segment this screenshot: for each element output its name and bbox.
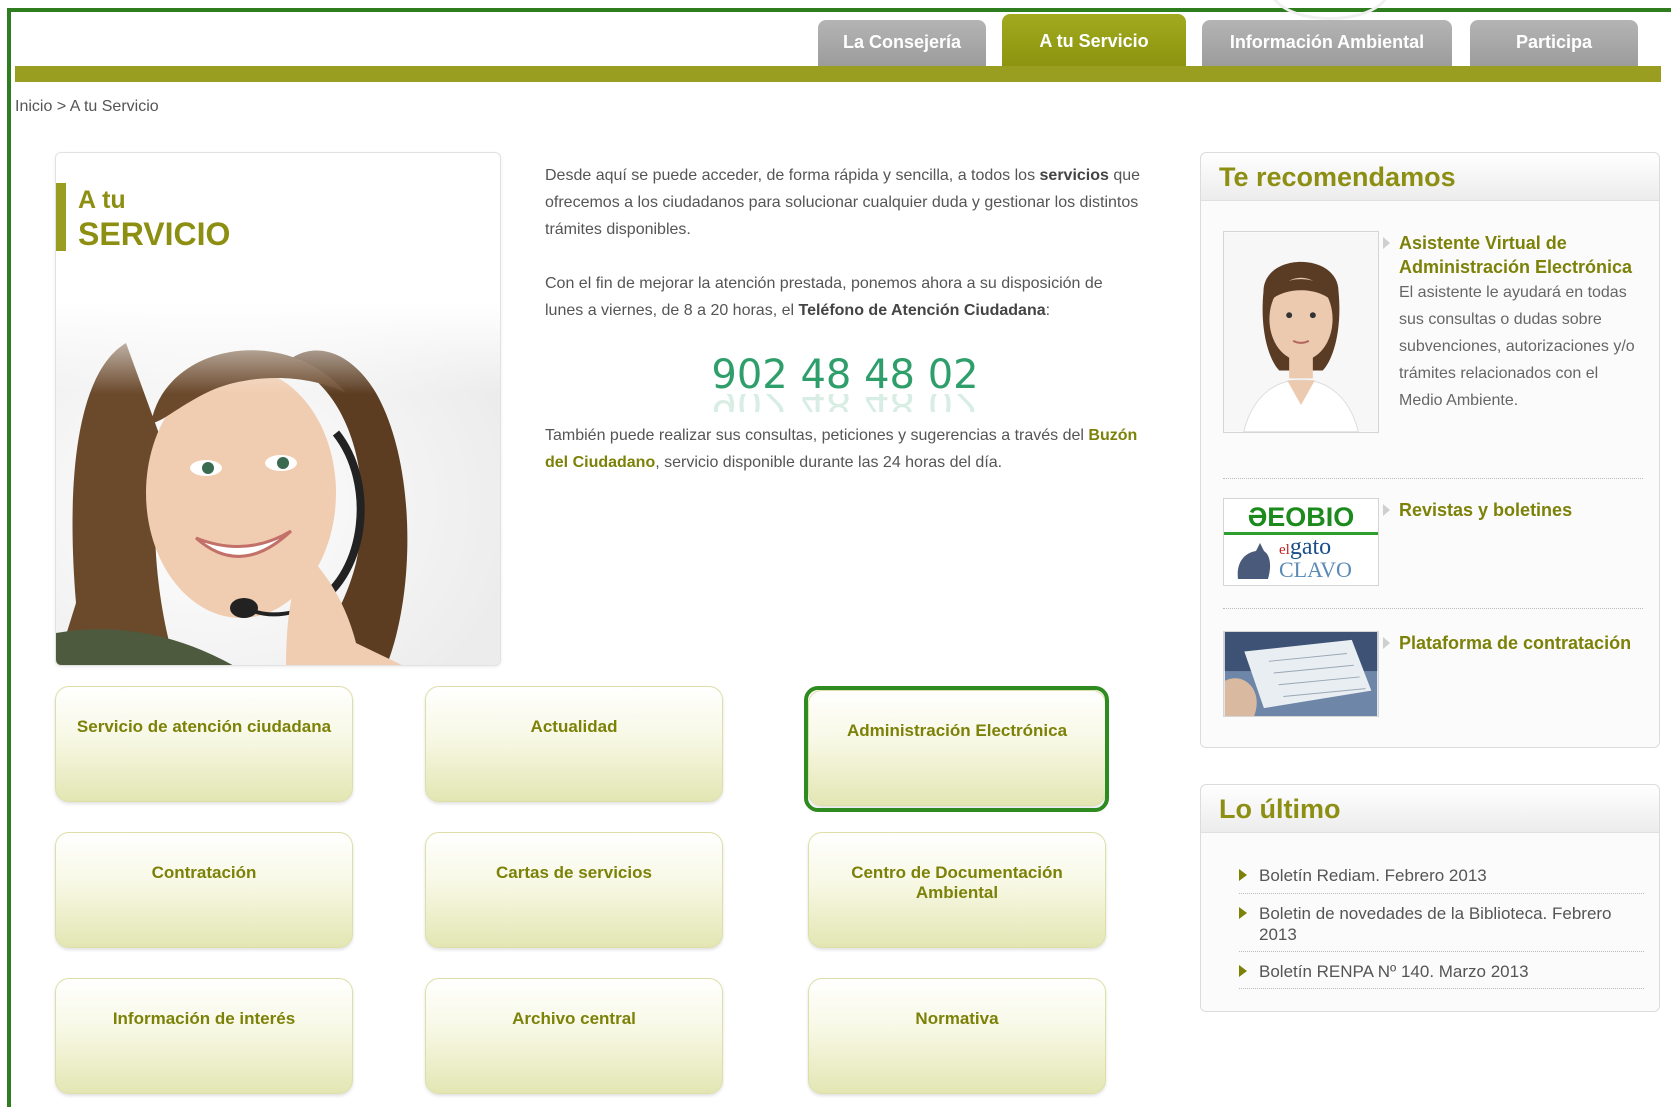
hero-title: A tu SERVICIO <box>56 183 230 251</box>
intro-p3-a: También puede realizar sus consultas, pe… <box>545 427 1084 444</box>
recommend-plataforma-title[interactable]: Plataforma de contratación <box>1383 631 1643 655</box>
hero-card: A tu SERVICIO <box>55 152 501 666</box>
tab-a-tu-servicio[interactable]: A tu Servicio <box>1002 14 1186 66</box>
logo-el: el <box>1279 542 1290 558</box>
bullet-arrow-icon <box>1239 869 1247 881</box>
service-contratacion-button[interactable]: Contratación <box>55 832 353 948</box>
nav-underline-bar <box>15 66 1661 82</box>
service-centro-documentacion-button[interactable]: Centro de Documentación Ambiental <box>808 832 1106 948</box>
latest-divider <box>1239 893 1644 894</box>
service-actualidad-button[interactable]: Actualidad <box>425 686 723 802</box>
recommend-asistente-text: Asistente Virtual de Administración Elec… <box>1383 231 1643 414</box>
recommend-item-asistente[interactable]: Asistente Virtual de Administración Elec… <box>1223 231 1643 441</box>
intro-paragraph-1: Desde aquí se puede acceder, de forma rá… <box>545 162 1145 243</box>
latest-item[interactable]: Boletín Rediam. Febrero 2013 <box>1239 865 1644 886</box>
recommend-divider <box>1223 608 1643 609</box>
intro-p1-bold: servicios <box>1039 167 1109 184</box>
recommend-revistas-text: Revistas y boletines <box>1383 498 1643 522</box>
cat-icon <box>1237 543 1271 579</box>
tab-participa[interactable]: Participa <box>1470 20 1638 66</box>
logo-clavo: CLAVO <box>1279 557 1352 582</box>
recommend-plataforma-text: Plataforma de contratación <box>1383 631 1643 655</box>
service-atencion-ciudadana-button[interactable]: Servicio de atención ciudadana <box>55 686 353 802</box>
breadcrumb-current: A tu Servicio <box>69 98 159 115</box>
phone-number: 902 48 48 02 <box>711 352 979 398</box>
revistas-logo-text: elgato CLAVO <box>1279 535 1352 583</box>
service-informacion-interes-button[interactable]: Información de interés <box>55 978 353 1094</box>
service-archivo-central-button[interactable]: Archivo central <box>425 978 723 1094</box>
latest-item[interactable]: Boletin de novedades de la Biblioteca. F… <box>1239 903 1644 945</box>
latest-item-label[interactable]: Boletín RENPA Nº 140. Marzo 2013 <box>1239 961 1644 982</box>
revistas-logo-top: ƏEOBIO <box>1224 499 1378 535</box>
recommend-asistente-title[interactable]: Asistente Virtual de Administración Elec… <box>1383 231 1643 279</box>
recommend-item-plataforma[interactable]: Plataforma de contratación <box>1223 631 1643 721</box>
breadcrumb-separator: > <box>56 98 67 115</box>
breadcrumb: Inicio > A tu Servicio <box>15 98 159 116</box>
phone-number-reflection: 902 48 48 02 <box>545 394 1145 412</box>
main-nav: La Consejería A tu Servicio Información … <box>0 14 1671 66</box>
latest-item-label[interactable]: Boletin de novedades de la Biblioteca. F… <box>1239 903 1644 945</box>
latest-item[interactable]: Boletín RENPA Nº 140. Marzo 2013 <box>1239 961 1644 982</box>
service-normativa-button[interactable]: Normativa <box>808 978 1106 1094</box>
call-center-agent-photo <box>56 303 500 665</box>
intro-p1-a: Desde aquí se puede acceder, de forma rá… <box>545 167 1036 184</box>
intro-p2-bold: Teléfono de Atención Ciudadana <box>798 302 1046 319</box>
recommend-heading: Te recomendamos <box>1201 153 1659 201</box>
bullet-arrow-icon <box>1239 907 1247 919</box>
recommend-revistas-title[interactable]: Revistas y boletines <box>1383 498 1643 522</box>
hero-title-big: SERVICIO <box>78 216 231 252</box>
intro-paragraph-2: Con el fin de mejorar la atención presta… <box>545 270 1145 324</box>
recommend-divider <box>1223 478 1643 479</box>
recommend-panel: Te recomendamos Asistente Virtual de Adm… <box>1200 152 1660 748</box>
latest-divider <box>1239 988 1644 989</box>
laptop-photo[interactable] <box>1223 631 1379 717</box>
breadcrumb-home-link[interactable]: Inicio <box>15 98 52 115</box>
intro-p3-b: , servicio disponible durante las 24 hor… <box>655 454 1003 471</box>
revistas-logo[interactable]: ƏEOBIO elgato CLAVO <box>1223 498 1379 586</box>
tab-la-consejeria[interactable]: La Consejería <box>818 20 986 66</box>
intro-paragraph-3: También puede realizar sus consultas, pe… <box>545 422 1145 476</box>
intro-text: Desde aquí se puede acceder, de forma rá… <box>545 162 1145 351</box>
latest-panel: Lo último Boletín Rediam. Febrero 2013 B… <box>1200 784 1660 1012</box>
bullet-arrow-icon <box>1239 965 1247 977</box>
intro-p2-b: : <box>1045 302 1051 319</box>
latest-item-label[interactable]: Boletín Rediam. Febrero 2013 <box>1239 865 1644 886</box>
latest-divider <box>1239 951 1644 952</box>
tab-informacion-ambiental[interactable]: Información Ambiental <box>1202 20 1452 66</box>
latest-heading: Lo último <box>1201 785 1659 833</box>
hero-title-small: A tu <box>78 186 126 214</box>
selection-highlight <box>804 686 1109 812</box>
recommend-asistente-desc: El asistente le ayudará en todas sus con… <box>1399 284 1635 409</box>
recommend-item-revistas[interactable]: ƏEOBIO elgato CLAVO Revistas y boletines <box>1223 498 1643 588</box>
assistant-photo[interactable] <box>1223 231 1379 433</box>
service-cartas-servicios-button[interactable]: Cartas de servicios <box>425 832 723 948</box>
